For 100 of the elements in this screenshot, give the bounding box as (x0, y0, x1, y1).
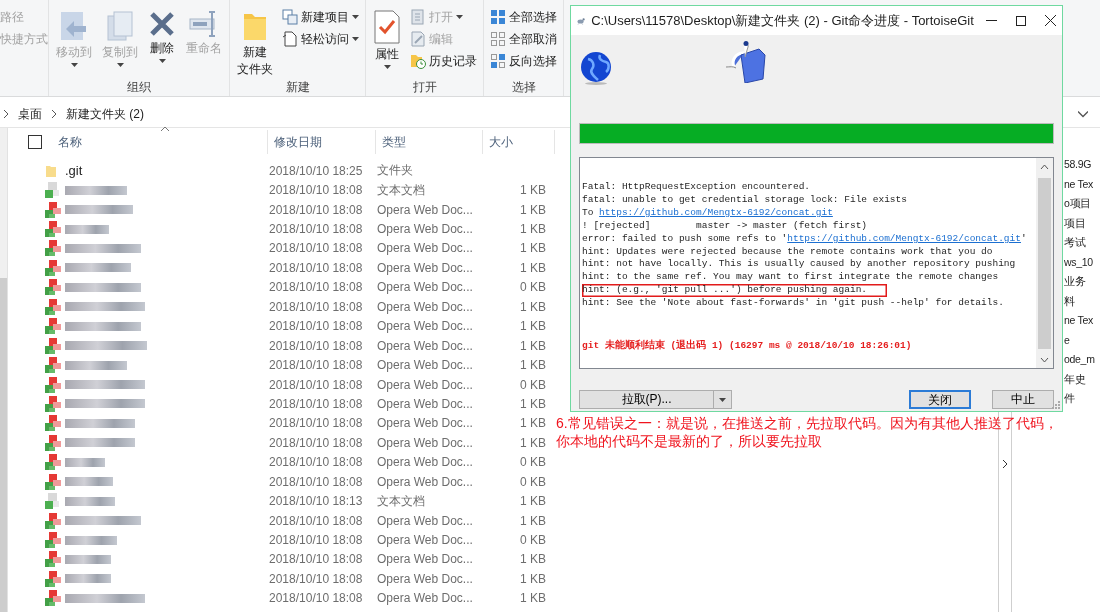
column-header[interactable]: 修改日期 (268, 130, 376, 154)
file-name[interactable]: .git (65, 163, 269, 179)
close-icon[interactable] (1044, 15, 1056, 26)
pixelated-file-icon (45, 434, 61, 451)
pixelated-file-icon (45, 279, 61, 296)
caret-icon (719, 397, 726, 402)
pane-item[interactable]: 业务 (1064, 272, 1100, 292)
breadcrumb-item[interactable]: 桌面 (18, 105, 42, 123)
ribbon-group-label: 选择 (510, 79, 537, 96)
ribbon-menu-item[interactable]: 全部选择 (488, 8, 559, 26)
ribbon-menu-item[interactable]: 新建项目 (280, 8, 361, 26)
date-cell-text: 2018/10/10 18:08 (269, 222, 364, 237)
chevron-down-icon[interactable] (1078, 109, 1088, 119)
dialog-button[interactable]: 关闭 (909, 390, 971, 409)
log-line: hint: not have locally. This is usually caused by another repository pushing (582, 258, 1016, 272)
pixelated-file-icon (45, 182, 61, 199)
date-cell-text: 2018/10/10 18:08 (269, 358, 364, 373)
pane-item[interactable]: 考试 (1064, 233, 1100, 253)
pane-item[interactable]: 项目 (1064, 213, 1100, 233)
ribbon-menu-item[interactable]: 历史记录 (408, 52, 479, 70)
document-icon (282, 31, 298, 47)
ribbon-button[interactable]: 属性 (370, 6, 404, 78)
minimize-icon[interactable] (985, 20, 997, 21)
pull-split-button[interactable]: 拉取(P)... (579, 390, 732, 409)
caret-icon (116, 63, 124, 67)
pixelated-file-icon (45, 318, 61, 335)
ribbon-group-label: 打开 (411, 79, 438, 96)
pixelated-file-icon (45, 570, 61, 587)
ribbon-button[interactable]: 删除 (145, 6, 179, 78)
log-line: To https://github.com/Mengtx-6192/concat.git (582, 206, 833, 220)
pane-item[interactable]: o项目 (1064, 194, 1100, 214)
chevron-right-icon[interactable] (1002, 459, 1008, 469)
column-header[interactable]: 类型 (376, 130, 483, 154)
type-cell-text: Opera Web Doc... (377, 416, 474, 431)
size-cell-text: 1 KB (519, 435, 546, 450)
size-cell-text: 1 KB (519, 513, 546, 528)
log-line: ! [rejected] master -> master (fetch first) (582, 219, 868, 233)
size-cell-text: 1 KB (519, 222, 546, 237)
caret-icon (456, 15, 463, 19)
ribbon-menu-item[interactable]: 全部取消 (488, 30, 559, 48)
scroll-down-icon[interactable] (1040, 355, 1049, 365)
blurred-file-name (65, 224, 109, 234)
size-cell-text: 1 KB (519, 416, 546, 431)
size-cell-text: 0 KB (519, 474, 546, 489)
scrollbar-thumb[interactable] (1038, 178, 1051, 349)
type-cell-text: Opera Web Doc... (377, 591, 474, 606)
type-cell-text: Opera Web Doc... (377, 474, 474, 489)
pane-item[interactable]: ne Tex (1064, 311, 1100, 331)
ribbon-menu-item[interactable]: 轻松访问 (280, 30, 361, 48)
scrollbar-thumb[interactable] (0, 278, 7, 612)
scroll-up-icon[interactable] (1040, 162, 1049, 172)
log-line: error: failed to push some refs to 'https://github.com/Mengtx-6192/concat.git' (582, 232, 1027, 246)
date-cell-text: 2018/10/10 18:08 (269, 241, 364, 256)
type-cell-text: Opera Web Doc... (377, 377, 474, 392)
size-cell-text: 1 KB (519, 494, 546, 509)
breadcrumb-item[interactable]: 新建文件夹 (2) (66, 105, 144, 123)
column-header[interactable]: 名称 (52, 130, 268, 154)
type-cell-text: Opera Web Doc... (377, 552, 474, 567)
type-cell-text: Opera Web Doc... (377, 358, 474, 373)
pane-item[interactable]: 58.9G (1064, 155, 1100, 175)
pixelated-file-icon (45, 221, 61, 238)
blurred-file-name (65, 574, 111, 584)
log-line: hint: to the same ref. You may want to first integrate the remote changes (582, 271, 999, 285)
date-cell-text: 2018/10/10 18:25 (269, 163, 364, 178)
caret-icon (383, 65, 391, 69)
pixelated-file-icon (45, 259, 61, 276)
ribbon-button[interactable]: 新建 文件夹 (234, 6, 276, 78)
history-icon (410, 53, 426, 69)
dialog-button[interactable]: 中止 (992, 390, 1054, 409)
date-cell-text: 2018/10/10 18:08 (269, 474, 364, 489)
ribbon-group-label: 新建 (284, 79, 311, 96)
repository-link[interactable]: https://github.com/Mengtx-6192/concat.git (787, 232, 1021, 244)
pane-item[interactable]: 年史 (1064, 369, 1100, 389)
size-cell-text: 0 KB (519, 455, 546, 470)
pane-item[interactable]: ne Tex (1064, 174, 1100, 194)
pane-item[interactable]: 件 (1064, 389, 1100, 409)
date-cell-text: 2018/10/10 18:08 (269, 280, 364, 295)
caret-icon (352, 15, 359, 19)
size-cell-text: 1 KB (519, 338, 546, 353)
log-line: Fatal: HttpRequestException encountered. (582, 181, 811, 194)
pixelated-file-icon (45, 473, 61, 490)
pane-item[interactable]: e (1064, 330, 1100, 350)
select-all-checkbox[interactable] (28, 135, 42, 149)
column-header[interactable]: 大小 (483, 130, 555, 154)
window-title: C:\Users\11578\Desktop\新建文件夹 (2) - Git命令进度 - TortoiseGit (591, 11, 974, 30)
date-cell-text: 2018/10/10 18:08 (269, 202, 364, 217)
pane-item[interactable]: 料 (1064, 291, 1100, 311)
type-cell-text: Opera Web Doc... (377, 533, 474, 548)
date-cell-text: 2018/10/10 18:08 (269, 455, 364, 470)
pane-item[interactable]: ws_10 (1064, 252, 1100, 272)
size-cell-text: 0 KB (519, 280, 546, 295)
maximize-icon[interactable] (1015, 15, 1026, 26)
select-all-icon (490, 9, 506, 25)
ribbon-menu-item[interactable]: 反向选择 (488, 52, 559, 70)
blurred-file-name (65, 535, 117, 545)
date-cell-text: 2018/10/10 18:08 (269, 319, 364, 334)
size-cell-text: 1 KB (519, 358, 546, 373)
repository-link[interactable]: https://github.com/Mengtx-6192/concat.git (599, 206, 833, 218)
pane-item[interactable]: ode_m (1064, 350, 1100, 370)
type-cell-text: Opera Web Doc... (377, 222, 474, 237)
